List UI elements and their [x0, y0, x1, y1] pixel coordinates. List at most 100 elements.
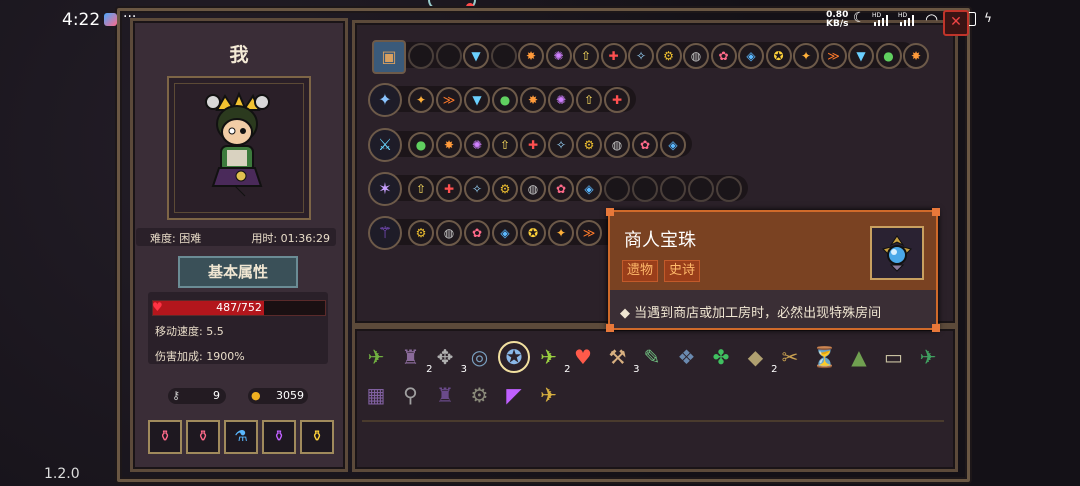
skill-icon[interactable]: ▼	[848, 43, 874, 69]
run-info: 难度: 困难 用时: 01:36:29	[136, 228, 336, 246]
skill-icon[interactable]: ⇧	[408, 176, 434, 202]
relics-divider	[362, 420, 944, 422]
skill-icon[interactable]: ⚙	[492, 176, 518, 202]
relic-icon[interactable]: ✥ 3	[431, 343, 467, 375]
sword-weapon-icon[interactable]: ⚔	[368, 128, 402, 162]
skill-icon[interactable]: ▼	[464, 87, 490, 113]
skill-icon[interactable]: ✿	[548, 176, 574, 202]
skill-icon[interactable]: ✿	[632, 132, 658, 158]
skill-icon[interactable]: ≫	[820, 43, 847, 69]
wand-weapon-icon[interactable]: ⚚	[368, 216, 402, 250]
relic-icon[interactable]: ▲	[845, 343, 873, 371]
skill-icon[interactable]: ●	[492, 87, 518, 113]
yellow-potion-icon[interactable]: ⚱	[300, 420, 334, 454]
relic-icon[interactable]: ⚲	[397, 381, 425, 409]
charging-icon: ϟ	[984, 11, 992, 25]
skill-icon[interactable]: ✸	[518, 43, 544, 69]
skill-icon[interactable]: ◍	[604, 132, 630, 158]
skill-icon[interactable]: ✧	[628, 43, 654, 69]
relic-icon[interactable]: ✤	[707, 343, 735, 371]
skill-icon[interactable]: ✚	[604, 87, 630, 113]
pink-potion-icon[interactable]: ⚱	[186, 420, 220, 454]
more-icon: ···	[123, 9, 137, 25]
skill-icon[interactable]: ▼	[463, 43, 489, 69]
skill-icon[interactable]: ✚	[520, 132, 546, 158]
skill-icon[interactable]: ⚙	[408, 220, 434, 246]
corner-ornament	[606, 324, 614, 332]
keys-value: 9	[213, 389, 220, 402]
relic-icon[interactable]: ♥	[569, 343, 597, 371]
relic-icon[interactable]: ✈	[914, 343, 942, 371]
relic-icon[interactable]: ✈	[535, 381, 563, 409]
skill-icon[interactable]: ≫	[436, 87, 462, 113]
shuriken-weapon-icon[interactable]: ✦	[368, 83, 402, 117]
skill-icon[interactable]: ✦	[548, 220, 574, 246]
skill-icon[interactable]: ◈	[738, 43, 764, 69]
skill-icon[interactable]: ✸	[903, 43, 929, 69]
basic-attributes-tab[interactable]: 基本属性	[178, 256, 298, 288]
skill-icon[interactable]: ⚙	[655, 43, 682, 69]
skill-icon[interactable]: ✚	[600, 43, 627, 69]
skill-icon[interactable]: ✪	[520, 220, 546, 246]
relic-icon[interactable]: ◎	[466, 343, 494, 371]
coins-value: 3059	[276, 389, 304, 402]
skill-icon[interactable]: ◍	[683, 43, 709, 69]
relic-icon[interactable]: ▦	[362, 381, 390, 409]
skill-icon[interactable]: ✚	[436, 176, 462, 202]
skill-icon[interactable]: ⚙	[576, 132, 602, 158]
signal-icon: HD	[898, 12, 914, 26]
skill-icon[interactable]: ✺	[548, 87, 574, 113]
skill-icon[interactable]: ◈	[660, 132, 686, 158]
relic-icon[interactable]: ✈	[362, 343, 390, 371]
relic-icon[interactable]: ▭	[880, 343, 908, 371]
skill-icon[interactable]: ✪	[765, 43, 792, 69]
character-sprite	[205, 91, 270, 197]
skill-icon[interactable]: ⇧	[492, 132, 518, 158]
empty-skill-slot	[688, 176, 714, 202]
backpack-icon[interactable]: ▣	[372, 40, 406, 74]
skill-icon[interactable]: ✺	[464, 132, 490, 158]
svg-text:HD: HD	[872, 12, 882, 19]
skill-icon[interactable]: ◈	[576, 176, 602, 202]
close-button[interactable]: ✕	[943, 10, 969, 36]
skill-icon[interactable]: ✿	[464, 220, 490, 246]
skill-icon[interactable]: ⇧	[573, 43, 599, 69]
skill-icon[interactable]: ✧	[464, 176, 490, 202]
relic-icon[interactable]: ⚒ 3	[604, 343, 640, 375]
pink-potion-icon[interactable]: ⚱	[148, 420, 182, 454]
skill-icon[interactable]: ●	[408, 132, 434, 158]
coin-icon: ●	[251, 389, 261, 402]
blue-potion-icon[interactable]: ⚗	[224, 420, 258, 454]
staff-weapon-icon[interactable]: ✶	[368, 172, 402, 206]
relic-icon[interactable]: ⚙	[466, 381, 494, 409]
relic-icon[interactable]: ✈ 2	[535, 343, 570, 375]
skill-icon[interactable]: ✺	[545, 43, 572, 69]
relic-icon[interactable]: ♜ 2	[397, 343, 433, 375]
skill-icon[interactable]: ●	[875, 43, 902, 69]
skill-icon[interactable]: ✸	[520, 87, 546, 113]
skill-icon[interactable]: ≫	[576, 220, 602, 246]
corner-ornament	[606, 208, 614, 216]
skill-icon[interactable]: ◈	[492, 220, 518, 246]
heart-icon: ♥	[152, 300, 163, 314]
relic-icon[interactable]: ◆ 2	[742, 343, 778, 375]
skill-icon[interactable]: ✧	[548, 132, 574, 158]
relic-icon[interactable]: ✪	[498, 341, 530, 373]
skill-icon[interactable]: ◍	[436, 220, 462, 246]
character-portrait	[167, 76, 311, 220]
relic-icon[interactable]: ⏳	[811, 343, 839, 371]
empty-skill-slot	[408, 43, 434, 69]
skill-icon[interactable]: ✦	[408, 87, 434, 113]
relic-icon[interactable]: ✂	[776, 343, 804, 371]
skill-icon[interactable]: ✸	[436, 132, 462, 158]
skill-icon[interactable]: ⇧	[576, 87, 602, 113]
skill-icon[interactable]: ◍	[520, 176, 546, 202]
skill-icon[interactable]: ✦	[793, 43, 819, 69]
relic-icon[interactable]: ♜	[431, 381, 459, 409]
skill-icon[interactable]: ✿	[710, 43, 737, 69]
relic-icon[interactable]: ✎	[638, 343, 666, 371]
relic-icon[interactable]: ❖	[673, 343, 701, 371]
relic-icon[interactable]: ◤	[500, 381, 528, 409]
purple-potion-icon[interactable]: ⚱	[262, 420, 296, 454]
key-icon: ⚷	[172, 389, 181, 402]
